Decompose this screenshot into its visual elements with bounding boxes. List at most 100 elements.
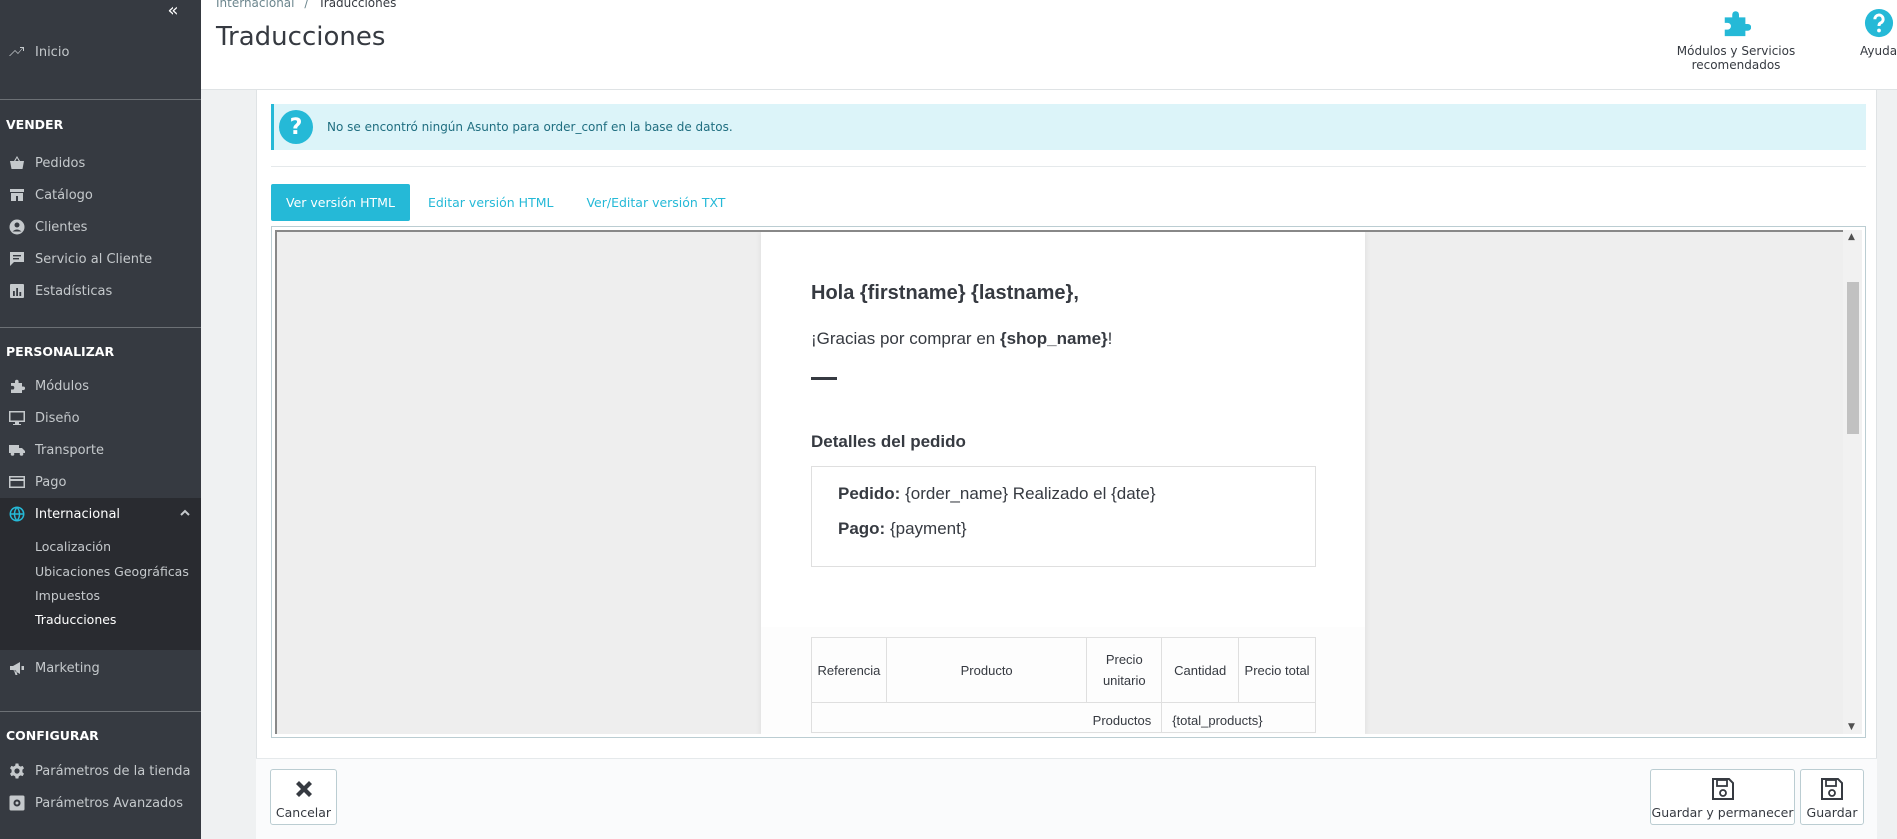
sidebar-item-pago[interactable]: Pago bbox=[0, 466, 201, 498]
sidebar-item-label: Parámetros de la tienda bbox=[35, 763, 191, 779]
order-value: {order_name} Realizado el {date} bbox=[900, 484, 1156, 503]
puzzle-icon bbox=[1724, 11, 1751, 37]
help-button[interactable]: Ayuda bbox=[1860, 8, 1897, 58]
table-cell-value: {total_products} bbox=[1161, 702, 1316, 733]
email-thanks-end: ! bbox=[1107, 329, 1113, 348]
submenu-item-traducciones[interactable]: Traducciones bbox=[35, 612, 116, 627]
table-row: Productos {total_products} bbox=[810, 702, 1316, 733]
sidebar-item-catalogo[interactable]: Catálogo bbox=[0, 179, 201, 211]
email-thanks-text: ¡Gracias por comprar en bbox=[811, 329, 1000, 348]
table-header: Referencia bbox=[811, 637, 887, 703]
divider bbox=[0, 99, 201, 100]
sidebar-item-pedidos[interactable]: Pedidos bbox=[0, 147, 201, 179]
preview-scrollbar[interactable]: ▲ ▼ bbox=[1843, 230, 1862, 734]
tab-view-html[interactable]: Ver versión HTML bbox=[271, 184, 410, 221]
order-label: Pedido: bbox=[838, 484, 901, 503]
scroll-thumb[interactable] bbox=[1847, 282, 1859, 434]
help-icon bbox=[1864, 8, 1894, 38]
sidebar: « Inicio VENDER Pedidos Catálogo Cliente… bbox=[0, 0, 201, 839]
sidebar-item-label: Transporte bbox=[35, 442, 104, 458]
sidebar-item-clientes[interactable]: Clientes bbox=[0, 211, 201, 243]
form-footer: Cancelar Guardar y permanecer Guardar bbox=[256, 758, 1877, 839]
basket-icon bbox=[8, 155, 25, 172]
save-and-stay-button[interactable]: Guardar y permanecer bbox=[1650, 769, 1795, 825]
sidebar-item-label: Catálogo bbox=[35, 187, 93, 203]
sidebar-item-transporte[interactable]: Transporte bbox=[0, 434, 201, 466]
cancel-button[interactable]: Cancelar bbox=[270, 769, 337, 825]
save-and-stay-label: Guardar y permanecer bbox=[1651, 805, 1794, 820]
divider bbox=[0, 327, 201, 328]
tab-edit-txt[interactable]: Ver/Editar versión TXT bbox=[571, 184, 740, 221]
sidebar-item-label: Marketing bbox=[35, 660, 100, 676]
payment-label: Pago: bbox=[838, 519, 886, 538]
megaphone-icon bbox=[8, 660, 25, 677]
scroll-up-arrow-icon[interactable]: ▲ bbox=[1848, 232, 1855, 242]
email-body: Hola {firstname} {lastname}, ¡Gracias po… bbox=[761, 232, 1365, 734]
payment-line: Pago: {payment} bbox=[838, 519, 967, 539]
collapse-sidebar-icon[interactable]: « bbox=[164, 2, 182, 20]
products-table: Referencia Producto Precio unitario Cant… bbox=[810, 637, 1316, 733]
chevron-up-icon bbox=[179, 507, 191, 523]
page-header: Internacional / Traducciones Traduccione… bbox=[201, 0, 1897, 90]
breadcrumb-link[interactable]: Internacional bbox=[216, 0, 294, 10]
submenu-item-impuestos[interactable]: Impuestos bbox=[35, 588, 100, 603]
section-heading-customize: PERSONALIZAR bbox=[6, 344, 115, 359]
question-icon: ? bbox=[279, 110, 313, 144]
sidebar-item-diseno[interactable]: Diseño bbox=[0, 402, 201, 434]
scroll-down-arrow-icon[interactable]: ▼ bbox=[1848, 722, 1855, 732]
sidebar-item-marketing[interactable]: Marketing bbox=[0, 652, 201, 684]
email-shop-name: {shop_name} bbox=[999, 329, 1108, 348]
save-icon bbox=[1821, 778, 1843, 800]
bar-chart-icon bbox=[8, 283, 25, 300]
submenu-item-localizacion[interactable]: Localización bbox=[35, 539, 111, 554]
credit-card-icon bbox=[8, 474, 25, 491]
save-label: Guardar bbox=[1806, 805, 1858, 820]
payment-value: {payment} bbox=[885, 519, 967, 538]
sidebar-item-label: Inicio bbox=[35, 44, 70, 60]
breadcrumb: Internacional / Traducciones bbox=[216, 0, 396, 10]
recommended-modules-button[interactable]: Módulos y Servicios recomendados bbox=[1651, 8, 1821, 72]
save-button[interactable]: Guardar bbox=[1800, 769, 1864, 825]
table-header: Precio unitario bbox=[1086, 637, 1163, 703]
sidebar-item-label: Parámetros Avanzados bbox=[35, 795, 184, 811]
email-greeting: Hola {firstname} {lastname}, bbox=[811, 282, 1079, 304]
email-details-heading: Detalles del pedido bbox=[811, 432, 966, 451]
save-icon bbox=[1711, 778, 1734, 800]
divider bbox=[811, 377, 837, 380]
order-info-box: Pedido: {order_name} Realizado el {date}… bbox=[811, 466, 1316, 567]
sidebar-item-modulos[interactable]: Módulos bbox=[0, 370, 201, 402]
sidebar-item-servicio[interactable]: Servicio al Cliente bbox=[0, 243, 201, 275]
translation-panel: ? No se encontró ningún Asunto para orde… bbox=[256, 90, 1877, 839]
globe-icon bbox=[8, 506, 25, 523]
sidebar-item-label: Diseño bbox=[35, 410, 80, 426]
sidebar-item-label: Clientes bbox=[35, 219, 88, 235]
email-preview-viewport: Hola {firstname} {lastname}, ¡Gracias po… bbox=[275, 230, 1843, 734]
breadcrumb-current: Traducciones bbox=[318, 0, 397, 10]
store-icon bbox=[8, 187, 25, 204]
table-cell-label: Productos bbox=[810, 702, 1163, 733]
sidebar-item-estadisticas[interactable]: Estadísticas bbox=[0, 275, 201, 307]
tab-edit-html[interactable]: Editar versión HTML bbox=[413, 184, 569, 221]
sidebar-item-parametros-avanzados[interactable]: Parámetros Avanzados bbox=[0, 787, 201, 819]
table-header: Cantidad bbox=[1161, 637, 1240, 703]
cancel-label: Cancelar bbox=[275, 805, 332, 820]
sidebar-item-label: Módulos bbox=[35, 378, 89, 394]
truck-icon bbox=[8, 442, 25, 459]
info-alert: ? No se encontró ningún Asunto para orde… bbox=[271, 104, 1866, 150]
table-header: Precio total bbox=[1238, 637, 1316, 703]
sidebar-item-label: Estadísticas bbox=[35, 283, 113, 299]
sidebar-item-label: Internacional bbox=[35, 506, 121, 522]
trending-up-icon bbox=[8, 44, 25, 61]
sidebar-item-inicio[interactable]: Inicio bbox=[0, 36, 201, 68]
gear-icon bbox=[8, 763, 25, 780]
submenu-item-ubicaciones[interactable]: Ubicaciones Geográficas bbox=[35, 564, 189, 579]
table-header: Producto bbox=[885, 637, 1088, 703]
desktop-icon bbox=[8, 410, 25, 427]
divider bbox=[271, 166, 1866, 167]
help-label: Ayuda bbox=[1860, 44, 1897, 58]
order-line: Pedido: {order_name} Realizado el {date} bbox=[838, 484, 1156, 504]
breadcrumb-separator: / bbox=[304, 0, 309, 10]
sidebar-item-label: Pago bbox=[35, 474, 67, 490]
close-icon bbox=[295, 781, 312, 797]
sidebar-item-parametros-tienda[interactable]: Parámetros de la tienda bbox=[0, 755, 201, 787]
